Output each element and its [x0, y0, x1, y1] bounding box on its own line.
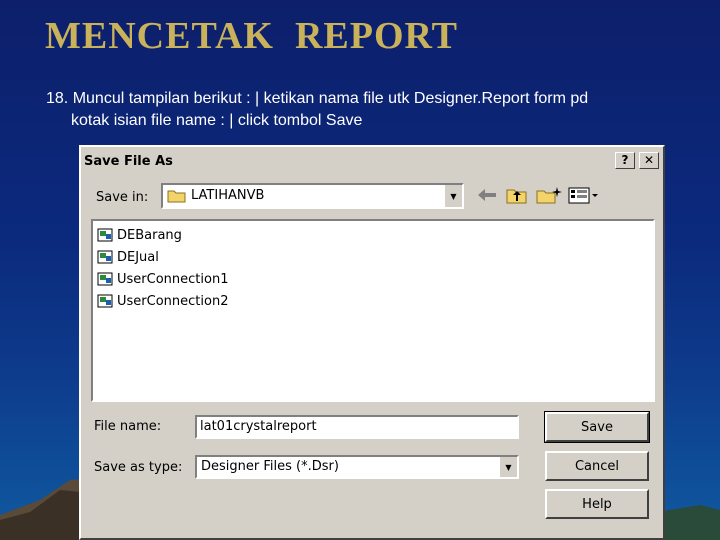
dialog-titlebar: Save File As	[81, 147, 663, 175]
chevron-down-icon[interactable]: ▼	[499, 457, 517, 477]
instruction-line-1: 18. Muncul tampilan berikut : | ketikan …	[46, 90, 589, 107]
save-in-value: LATIHANVB	[191, 188, 265, 203]
list-item[interactable]: UserConnection2	[97, 291, 228, 311]
designer-file-icon	[97, 250, 113, 264]
instruction-text: 18. Muncul tampilan berikut : | ketikan …	[46, 88, 686, 132]
view-menu-icon[interactable]	[567, 185, 599, 205]
file-name-label: File name:	[94, 419, 162, 434]
slide-title: MENCETAK REPORT	[45, 15, 458, 57]
folder-icon	[167, 190, 186, 203]
file-list[interactable]: DEBarang DEJual UserConnection1 UserConn…	[91, 219, 655, 402]
file-name-input[interactable]: lat01crystalreport	[195, 415, 519, 439]
cancel-button[interactable]: Cancel	[545, 451, 649, 481]
back-arrow-icon[interactable]	[475, 185, 499, 205]
list-item[interactable]: UserConnection1	[97, 269, 228, 289]
save-in-dropdown[interactable]: LATIHANVB ▼	[161, 183, 464, 209]
designer-file-icon	[97, 294, 113, 308]
close-button[interactable]: ✕	[639, 152, 659, 169]
save-file-as-dialog: Save File As ? ✕ Save in: LATIHANVB ▼ DE…	[79, 145, 665, 540]
file-name: UserConnection2	[117, 293, 229, 309]
file-name: UserConnection1	[117, 271, 229, 287]
designer-file-icon	[97, 272, 113, 286]
file-name: DEBarang	[117, 227, 182, 243]
chevron-down-icon[interactable]: ▼	[444, 185, 462, 207]
save-as-type-dropdown[interactable]: Designer Files (*.Dsr) ▼	[195, 455, 519, 479]
dialog-title: Save File As	[84, 153, 173, 169]
save-button[interactable]: Save	[544, 411, 650, 443]
list-item[interactable]: DEBarang	[97, 225, 182, 245]
designer-file-icon	[97, 228, 113, 242]
save-in-label: Save in:	[96, 190, 149, 205]
file-name: DEJual	[117, 249, 159, 265]
up-folder-icon[interactable]	[505, 185, 529, 205]
save-as-type-label: Save as type:	[94, 460, 183, 475]
help-button[interactable]: Help	[545, 489, 649, 519]
new-folder-icon[interactable]	[535, 185, 563, 205]
save-as-type-value: Designer Files (*.Dsr)	[201, 459, 339, 474]
instruction-line-2: kotak isian file name : | click tombol S…	[71, 112, 363, 129]
help-title-button[interactable]: ?	[615, 152, 635, 169]
list-item[interactable]: DEJual	[97, 247, 159, 267]
